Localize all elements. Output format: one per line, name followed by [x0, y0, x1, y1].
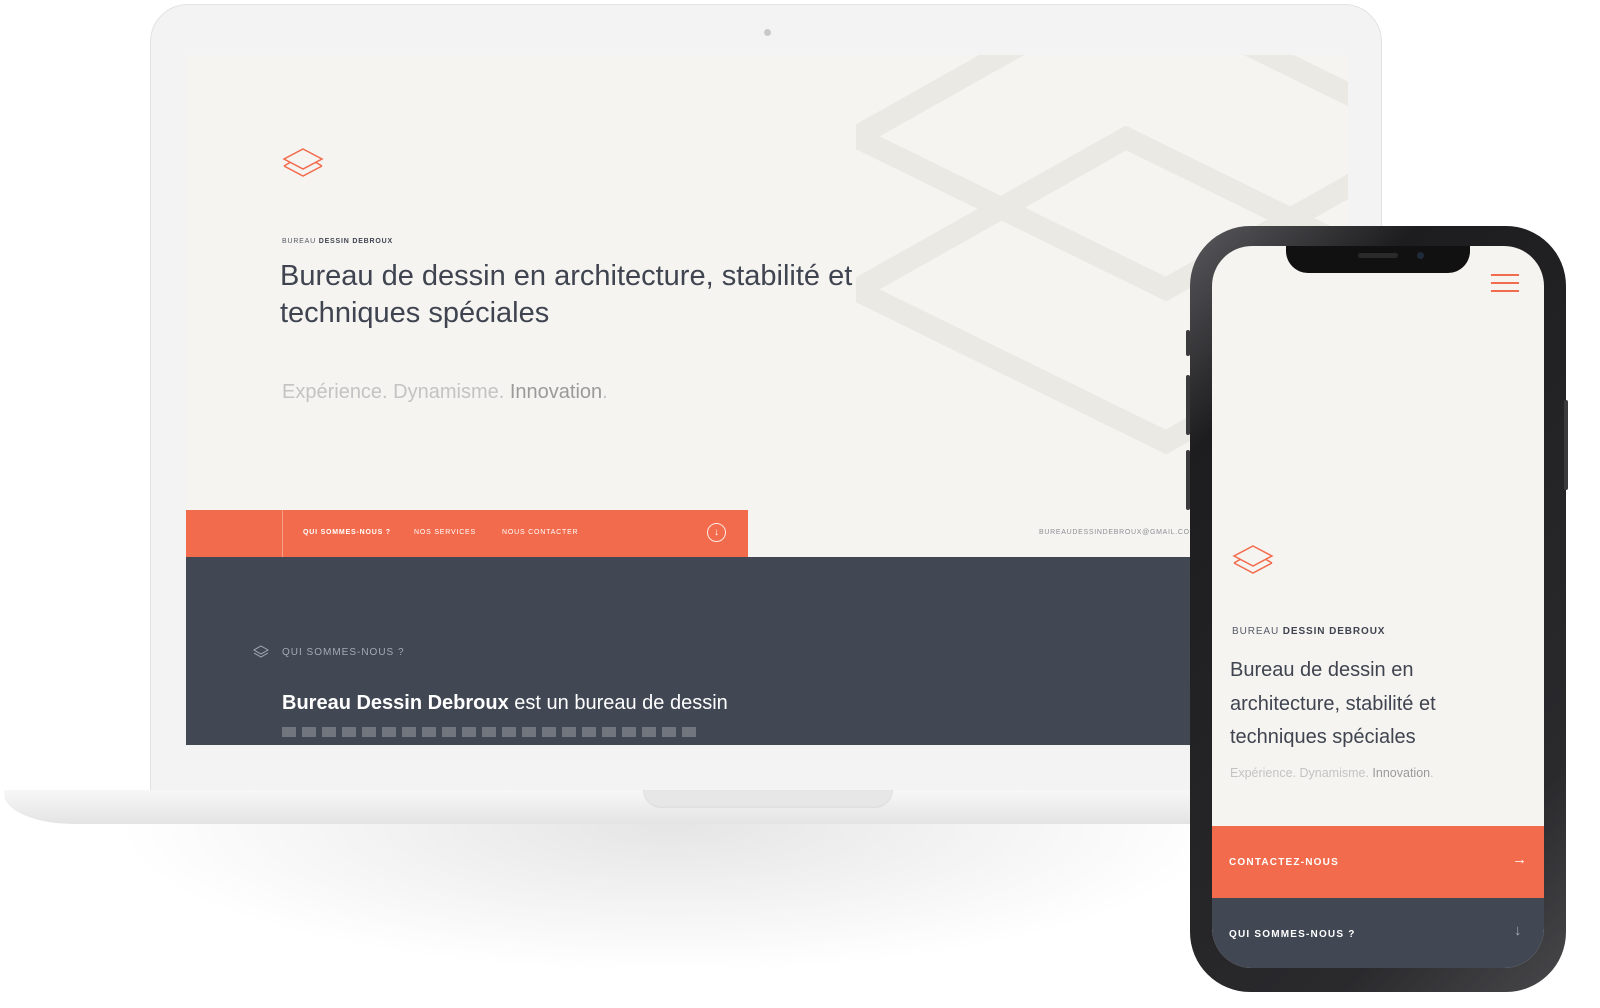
- tagline-part1: Expérience. Dynamisme.: [282, 381, 510, 403]
- tagline-part2: Innovation: [509, 381, 603, 403]
- contact-email-link[interactable]: BUREAUDESSINDEBROUX@GMAIL.COM: [1039, 529, 1196, 536]
- layers-icon: [282, 148, 324, 177]
- contact-button-label: CONTACTEZ-NOUS: [1229, 857, 1339, 868]
- phone-volume-up: [1186, 375, 1190, 435]
- section-label: QUI SOMMES-NOUS ?: [282, 647, 405, 658]
- laptop-shadow: [110, 824, 1230, 974]
- hero-headline: Bureau de dessin en architecture, stabil…: [1230, 659, 1436, 748]
- about-section-label: QUI SOMMES-NOUS ?: [1229, 929, 1356, 940]
- arrow-down-circle-icon[interactable]: ↓: [707, 523, 726, 542]
- hero-tagline: Expérience. Dynamisme. Innovation.: [1230, 766, 1434, 780]
- tagline-part3: .: [1430, 766, 1434, 780]
- brand-eyebrow: BUREAU DESSIN DEBROUX: [1232, 626, 1385, 637]
- phone-mute-switch: [1186, 330, 1190, 356]
- tagline-part3: .: [602, 381, 608, 403]
- about-text-cutoff: [282, 727, 702, 737]
- about-section-link[interactable]: QUI SOMMES-NOUS ? ↓: [1212, 898, 1544, 968]
- layers-icon: [253, 645, 269, 658]
- phone-volume-down: [1186, 450, 1190, 510]
- primary-nav: QUI SOMMES-NOUS ? NOS SERVICES NOUS CONT…: [186, 510, 748, 557]
- tagline-part2: Innovation: [1372, 766, 1431, 780]
- arrow-down-icon: ↓: [1514, 922, 1522, 939]
- arrow-right-icon: →: [1512, 851, 1527, 868]
- phone-front-camera: [1417, 252, 1424, 259]
- laptop-camera: [764, 29, 771, 36]
- phone-speaker: [1358, 253, 1398, 258]
- eyebrow-name: DESSIN DEBROUX: [1282, 626, 1386, 637]
- nav-item-services[interactable]: NOS SERVICES: [414, 529, 476, 536]
- tagline-part1: Expérience. Dynamisme.: [1230, 766, 1373, 780]
- phone-screen: BUREAU DESSIN DEBROUX Bureau de dessin e…: [1212, 246, 1544, 968]
- hamburger-icon[interactable]: [1491, 274, 1519, 294]
- eyebrow-prefix: BUREAU: [1232, 626, 1280, 637]
- about-text: Bureau Dessin Debroux est un bureau de d…: [282, 692, 728, 715]
- nav-item-about[interactable]: QUI SOMMES-NOUS ?: [303, 529, 391, 536]
- laptop-trackpad-notch: [643, 790, 893, 808]
- laptop-screen: BUREAU DESSIN DEBROUX Bureau de dessin e…: [186, 55, 1348, 745]
- eyebrow-prefix: BUREAU: [282, 238, 316, 245]
- phone-power-button: [1564, 400, 1568, 490]
- hero-headline: Bureau de dessin en architecture, stabil…: [280, 260, 853, 329]
- brand-eyebrow: BUREAU DESSIN DEBROUX: [282, 238, 393, 245]
- about-text-rest: est un bureau de dessin: [508, 692, 728, 714]
- eyebrow-name: DESSIN DEBROUX: [318, 238, 393, 245]
- about-section: QUI SOMMES-NOUS ? Bureau Dessin Debroux …: [186, 557, 1348, 745]
- about-text-bold: Bureau Dessin Debroux: [282, 692, 509, 714]
- phone-notch: [1286, 246, 1470, 273]
- hero-tagline: Expérience. Dynamisme. Innovation.: [282, 381, 608, 404]
- nav-item-contact[interactable]: NOUS CONTACTER: [502, 529, 578, 536]
- nav-divider: [282, 510, 283, 557]
- layers-icon: [1232, 545, 1274, 574]
- contact-button[interactable]: CONTACTEZ-NOUS →: [1212, 826, 1544, 898]
